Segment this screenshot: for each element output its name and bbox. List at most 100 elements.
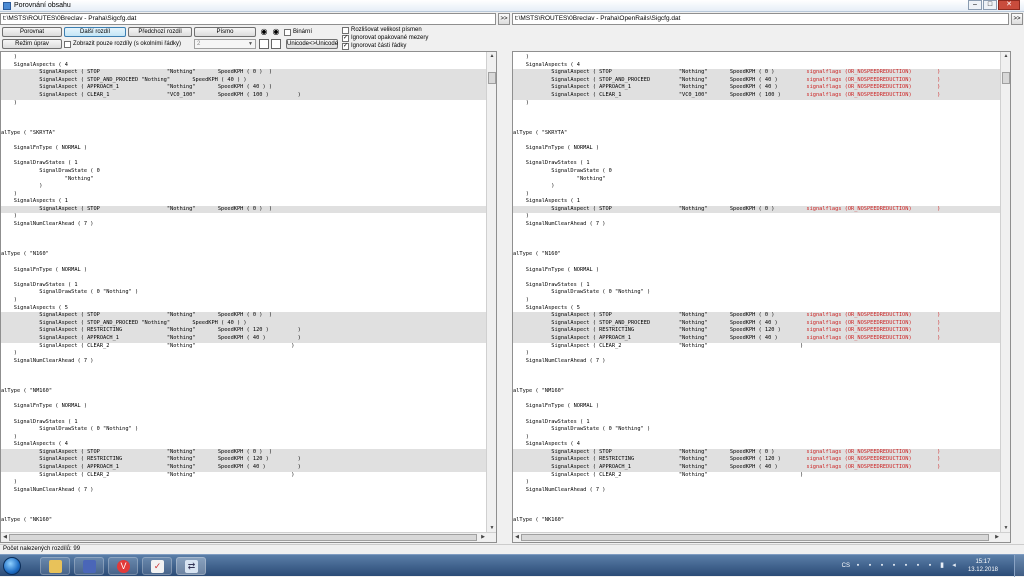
tray-app-icon[interactable]: ▪ [878, 562, 886, 570]
right-code-line: ) [513, 434, 1005, 442]
left-code-line [1, 510, 493, 518]
show-diff-only-box[interactable] [64, 40, 71, 48]
scroll-down-icon[interactable]: ▼ [488, 524, 496, 532]
close-button[interactable]: ✕ [998, 0, 1020, 10]
volume-icon[interactable]: ◂ [950, 562, 958, 570]
right-code-line: SignalAspect ( APPROACH_1 "Nothing" Spee… [513, 334, 1005, 343]
scroll-left-icon[interactable]: ◀ [513, 533, 521, 542]
scroll-right-icon[interactable]: ▶ [993, 533, 1001, 542]
left-path-field[interactable]: t:\MSTS\ROUTES\0Breclav - Praha\Sigcfg.d… [0, 13, 496, 25]
scroll-left-icon[interactable]: ◀ [1, 533, 9, 542]
left-horizontal-scrollbar[interactable]: ◀ ▶ [1, 532, 496, 542]
minimize-button[interactable]: – [968, 0, 982, 10]
left-lines: ) SignalAspects ( 4 SignalAspect ( STOP … [1, 54, 493, 540]
left-code-line [1, 494, 493, 502]
right-code-line: SignalAspect ( APPROACH_1 "Nothing" Spee… [513, 84, 1005, 92]
right-signal-flags: signalflags (OR_NOSPEEDREDUCTION) ) [806, 456, 941, 463]
show-desktop-button[interactable] [1014, 555, 1024, 577]
prev-diff-button[interactable]: Předchozí rozdíl [128, 27, 192, 37]
right-code-line: SignalAspects ( 4 [513, 441, 1005, 449]
remote-icon: ✓ [151, 560, 164, 573]
ignore-parts-checkbox[interactable]: ✓ Ignorovat části řádky [342, 42, 406, 50]
left-code-line: SignalAspect ( STOP "Nothing" SpeedKPH (… [1, 448, 493, 457]
taskbar-explorer[interactable] [40, 557, 70, 575]
right-code-text: SignalNumClearAhead ( 7 ) [513, 357, 606, 364]
left-code-line [1, 138, 493, 146]
left-code-line: SignalAspect ( STOP_AND_PROCEED "Nothing… [1, 76, 493, 85]
case-sensitive-checkbox[interactable]: Rozlišovat velikost písmen [342, 26, 422, 34]
binary-checkbox[interactable]: Binární [284, 28, 312, 36]
right-code-text: SignalFnType ( NORMAL ) [513, 403, 600, 410]
tray-app-icon[interactable]: ▪ [926, 562, 934, 570]
right-code-line [513, 138, 1005, 146]
right-code-text: SignalAspects ( 1 [513, 198, 580, 205]
ignore-parts-box[interactable]: ✓ [342, 42, 349, 50]
right-code-text: SignalDrawState ( 0 "Nothing" ) [513, 289, 651, 296]
left-code-text: SignalFnType ( NORMAL ) [1, 145, 88, 152]
right-code-text: ) [513, 433, 529, 440]
left-code-text: ) [1, 183, 43, 190]
taskbar-remote[interactable]: ✓ [142, 557, 172, 575]
right-vertical-scrollbar[interactable]: ▲ ▼ [1000, 52, 1010, 534]
right-code-line [513, 365, 1005, 373]
binoculars-icon[interactable]: ◉ [259, 27, 269, 37]
compare-button[interactable]: Porovnat [2, 27, 62, 37]
ignore-spaces-box[interactable]: ✓ [342, 34, 349, 42]
encoding-button[interactable]: Unicode<>Unicode [286, 39, 338, 49]
left-code-line: SignalDrawStates ( 1 [1, 282, 493, 290]
left-code-text: ) [1, 297, 17, 303]
right-hscroll-thumb[interactable] [521, 534, 989, 541]
start-button[interactable] [3, 557, 21, 575]
left-text-pane[interactable]: ) SignalAspects ( 4 SignalAspect ( STOP … [0, 51, 497, 543]
right-code-line [513, 122, 1005, 130]
right-horizontal-scrollbar[interactable]: ◀ ▶ [513, 532, 1010, 542]
scroll-up-icon[interactable]: ▲ [1002, 52, 1010, 60]
case-sensitive-box[interactable] [342, 26, 349, 34]
left-code-text: SignalAspect ( STOP "Nothing" SpeedKPH (… [1, 69, 273, 76]
binoculars-back-icon[interactable]: ◉ [271, 27, 281, 37]
left-path-go-button[interactable]: >> [498, 13, 510, 25]
ignore-spaces-checkbox[interactable]: ✓ Ignorovat opakované mezery [342, 34, 428, 42]
left-hscroll-thumb[interactable] [9, 534, 477, 541]
taskbar-compare[interactable]: ⇄ [176, 557, 206, 575]
show-diff-only-checkbox[interactable]: Zobrazit pouze rozdíly (s okolními řádky… [64, 40, 181, 48]
right-code-text: SignalFnType ( NORMAL ) [513, 266, 600, 273]
left-code-line: SignalAspect ( STOP "Nothing" SpeedKPH (… [1, 312, 493, 320]
right-code-text: SignalAspects ( 4 [513, 441, 580, 448]
maximize-button[interactable]: □ [983, 0, 997, 10]
clock[interactable]: 15:17 13.12.2018 [968, 558, 998, 574]
next-diff-button[interactable]: Další rozdíl [64, 27, 126, 37]
page-icon[interactable] [259, 39, 269, 49]
right-code-line: ) [513, 183, 1005, 191]
tray-app-icon[interactable]: ▪ [854, 562, 862, 570]
right-path-field[interactable]: t:\MSTS\ROUTES\0Breclav - Praha\OpenRail… [512, 13, 1009, 25]
page-copy-icon[interactable] [271, 39, 281, 49]
right-signal-flags: signalflags (OR_NOSPEEDREDUCTION) ) [806, 69, 941, 76]
left-code-line: SignalAspect ( RESTRICTING "Nothing" Spe… [1, 327, 493, 335]
tray-app-icon[interactable]: ▪ [914, 562, 922, 570]
left-vscroll-thumb[interactable] [488, 72, 496, 84]
binary-box[interactable] [284, 28, 291, 36]
tray-app-icon[interactable]: ▪ [890, 562, 898, 570]
scroll-down-icon[interactable]: ▼ [1002, 524, 1010, 532]
font-button[interactable]: Písmo [194, 27, 256, 37]
language-indicator[interactable]: CS [842, 563, 850, 569]
left-code-line: SignalFnType ( NORMAL ) [1, 267, 493, 275]
network-icon[interactable]: ▮ [938, 562, 946, 570]
right-code-line: SignalAspects ( 5 [513, 305, 1005, 313]
scroll-right-icon[interactable]: ▶ [479, 533, 487, 542]
right-code-line: ) [513, 350, 1005, 358]
context-lines-select[interactable]: 2 ▼ [194, 39, 256, 49]
scroll-up-icon[interactable]: ▲ [488, 52, 496, 60]
taskbar-media[interactable] [74, 557, 104, 575]
left-code-line: SignalAspect ( STOP_AND_PROCEED "Nothing… [1, 319, 493, 328]
right-text-pane[interactable]: ) SignalAspects ( 4 SignalAspect ( STOP … [512, 51, 1011, 543]
edit-mode-button[interactable]: Režim úprav [2, 39, 62, 49]
right-path-go-button[interactable]: >> [1011, 13, 1023, 25]
tray-app-icon[interactable]: ▪ [866, 562, 874, 570]
left-vertical-scrollbar[interactable]: ▲ ▼ [486, 52, 496, 534]
right-code-line [513, 229, 1005, 237]
taskbar-vivaldi[interactable]: V [108, 557, 138, 575]
right-vscroll-thumb[interactable] [1002, 72, 1010, 84]
tray-app-icon[interactable]: ▪ [902, 562, 910, 570]
